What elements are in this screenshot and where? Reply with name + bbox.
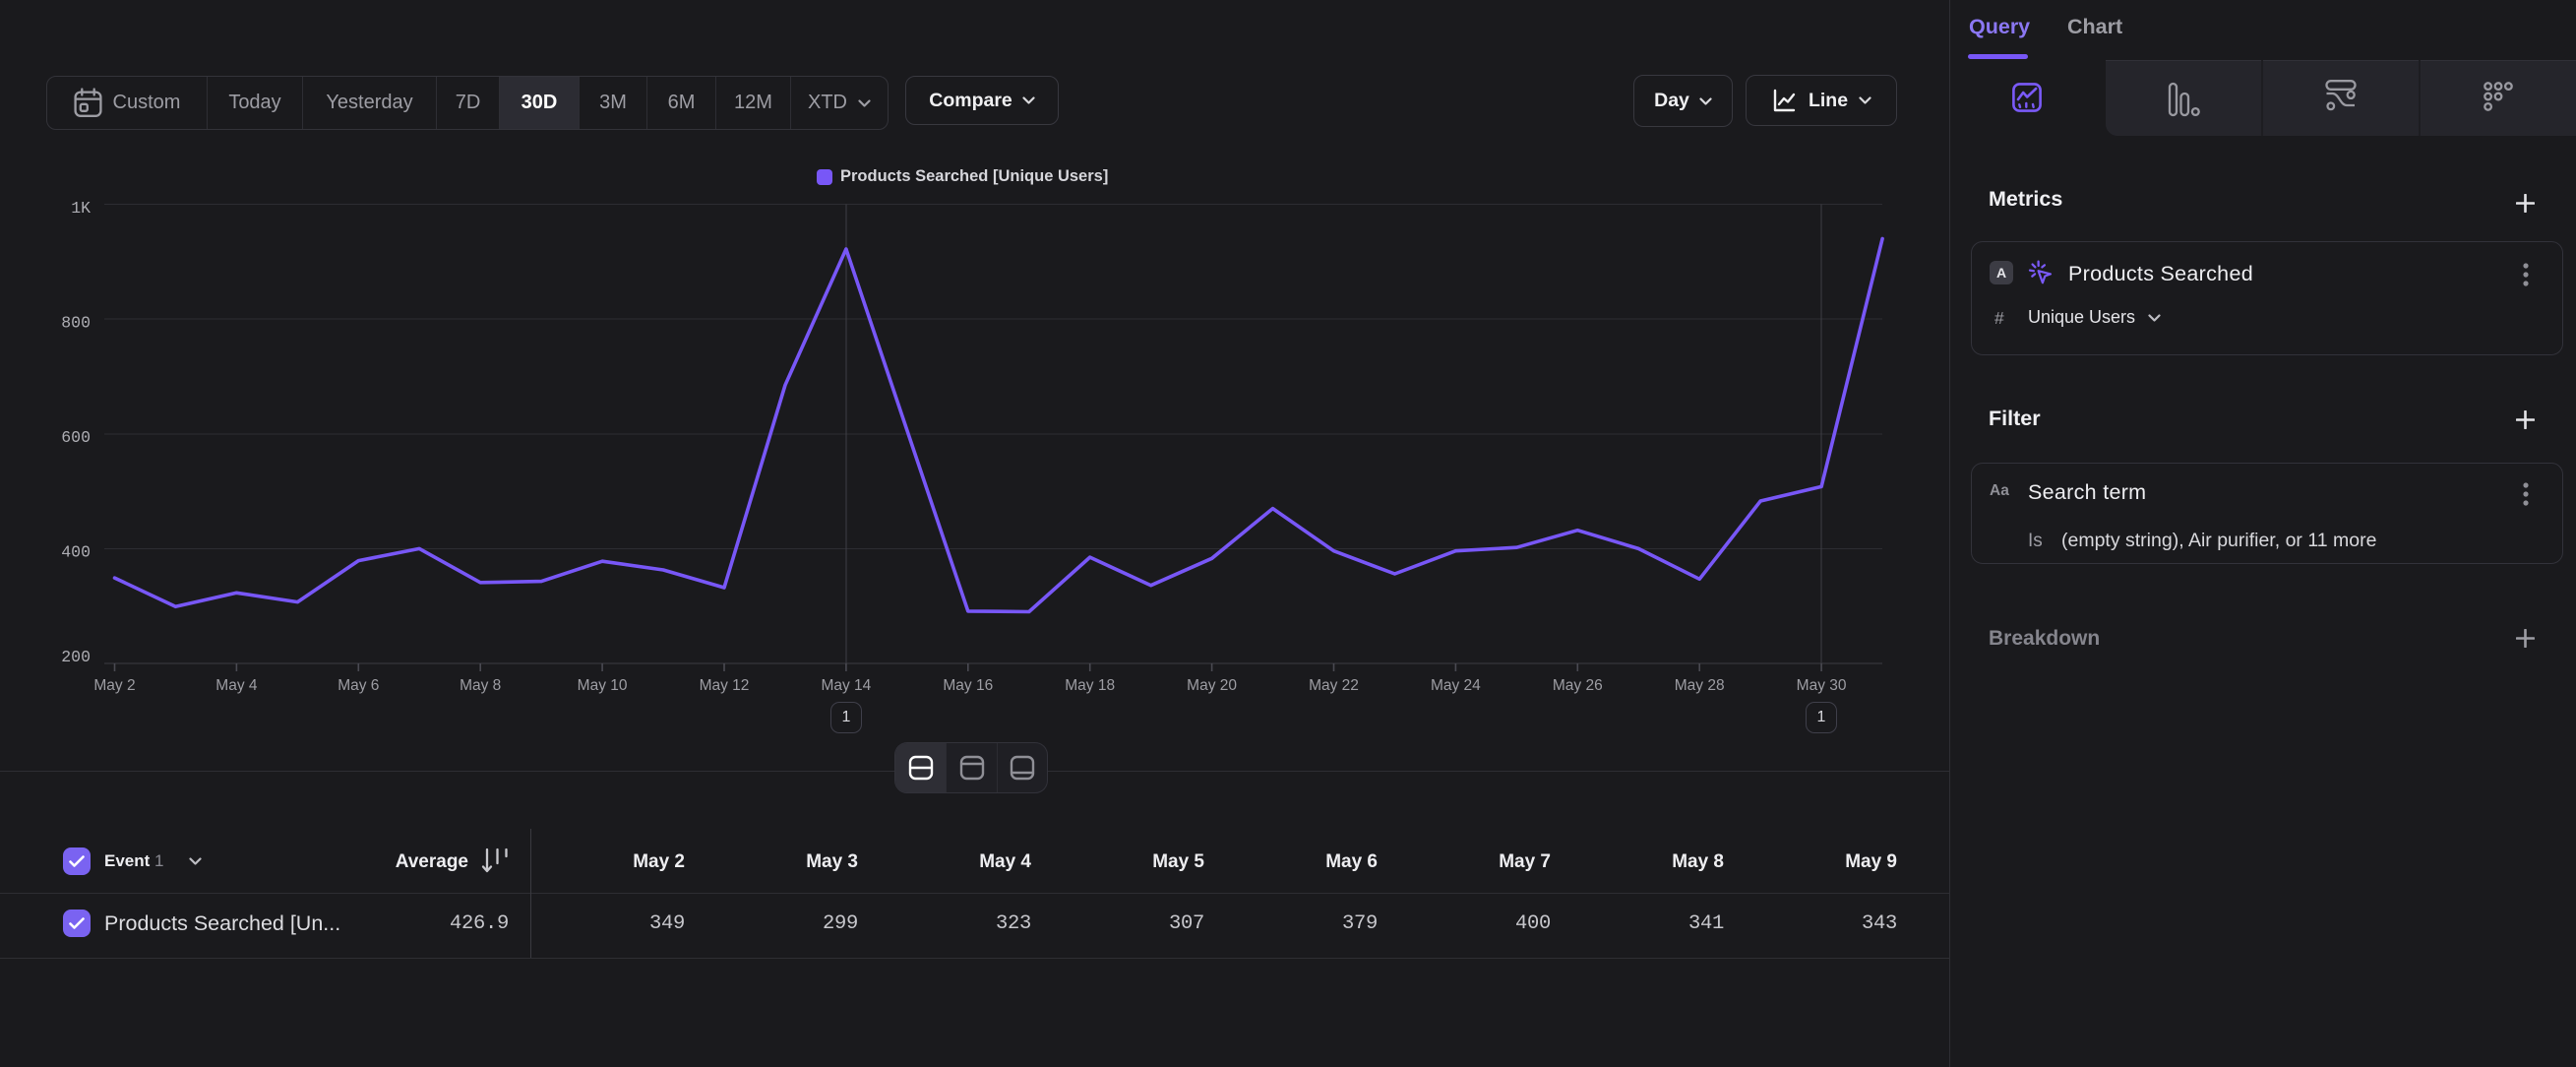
svg-text:May 14: May 14: [821, 677, 871, 694]
svg-text:May 2: May 2: [93, 677, 135, 694]
svg-text:May 6: May 6: [337, 677, 379, 694]
svg-text:May 30: May 30: [1797, 677, 1847, 694]
svg-text:May 28: May 28: [1675, 677, 1725, 694]
svg-text:May 16: May 16: [943, 677, 993, 694]
svg-text:800: 800: [61, 314, 91, 333]
svg-text:May 22: May 22: [1309, 677, 1359, 694]
svg-text:400: 400: [61, 543, 91, 562]
svg-text:May 10: May 10: [578, 677, 628, 694]
svg-text:1K: 1K: [71, 199, 91, 218]
svg-text:600: 600: [61, 428, 91, 447]
svg-text:May 18: May 18: [1065, 677, 1115, 694]
svg-text:May 20: May 20: [1187, 677, 1237, 694]
svg-text:May 26: May 26: [1553, 677, 1603, 694]
svg-text:200: 200: [61, 648, 91, 666]
svg-text:May 4: May 4: [215, 677, 258, 694]
svg-text:May 24: May 24: [1431, 677, 1481, 694]
svg-text:May 12: May 12: [700, 677, 750, 694]
svg-text:May 8: May 8: [460, 677, 501, 694]
